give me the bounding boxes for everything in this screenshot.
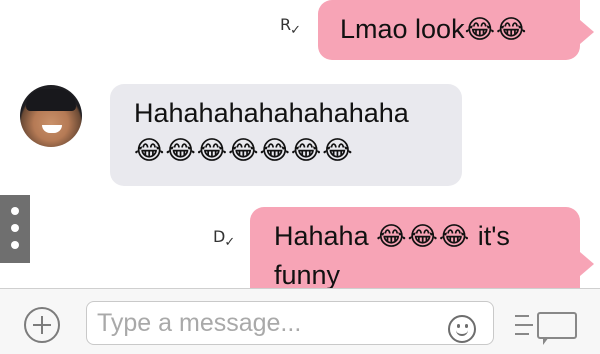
message-bubble-outgoing[interactable]: Hahaha 😂😂😂 it's funny (250, 207, 580, 288)
send-line (515, 333, 529, 335)
send-line (515, 315, 529, 317)
message-text-continued: it's (477, 221, 510, 251)
avatar-cap (26, 89, 76, 111)
avatar-smile (42, 125, 62, 133)
message-input[interactable] (86, 301, 494, 345)
message-text-line2: funny (274, 260, 341, 288)
send-bubble-tail (543, 337, 549, 345)
delivered-receipt: D✓ (213, 227, 235, 250)
contact-avatar[interactable] (20, 85, 82, 147)
send-icon[interactable] (515, 309, 581, 351)
dot (11, 207, 19, 215)
message-emoji: 😂😂 (464, 15, 528, 45)
send-bubble (537, 312, 577, 339)
bubble-tail (580, 252, 594, 276)
emoji-icon[interactable] (448, 315, 476, 343)
add-icon[interactable] (24, 307, 60, 343)
dot (11, 224, 19, 232)
emoji-mouth (456, 328, 468, 336)
message-text: Lmao look (340, 14, 465, 44)
message-bubble-outgoing[interactable]: Lmao look😂😂 (318, 0, 580, 60)
send-line (515, 324, 533, 326)
bubble-tail (580, 20, 594, 44)
dot (11, 241, 19, 249)
delivered-receipt-check-icon: ✓ (224, 235, 236, 250)
message-emoji: 😂😂😂😂😂😂😂 (134, 136, 354, 166)
message-text: Hahaha (274, 221, 369, 251)
message-composer (0, 288, 600, 354)
read-receipt-check-icon: ✓ (290, 23, 302, 38)
message-bubble-incoming[interactable]: Hahahahahahahahaha 😂😂😂😂😂😂😂 (110, 84, 462, 186)
message-emoji: 😂😂😂 (376, 222, 471, 252)
conversation-view: R✓ Lmao look😂😂 Hahahahahahahahaha 😂😂😂😂😂😂… (0, 0, 600, 288)
message-text: Hahahahahahahahaha (134, 98, 409, 128)
read-receipt-1: R✓ (280, 15, 301, 38)
more-options-icon[interactable] (0, 195, 30, 263)
